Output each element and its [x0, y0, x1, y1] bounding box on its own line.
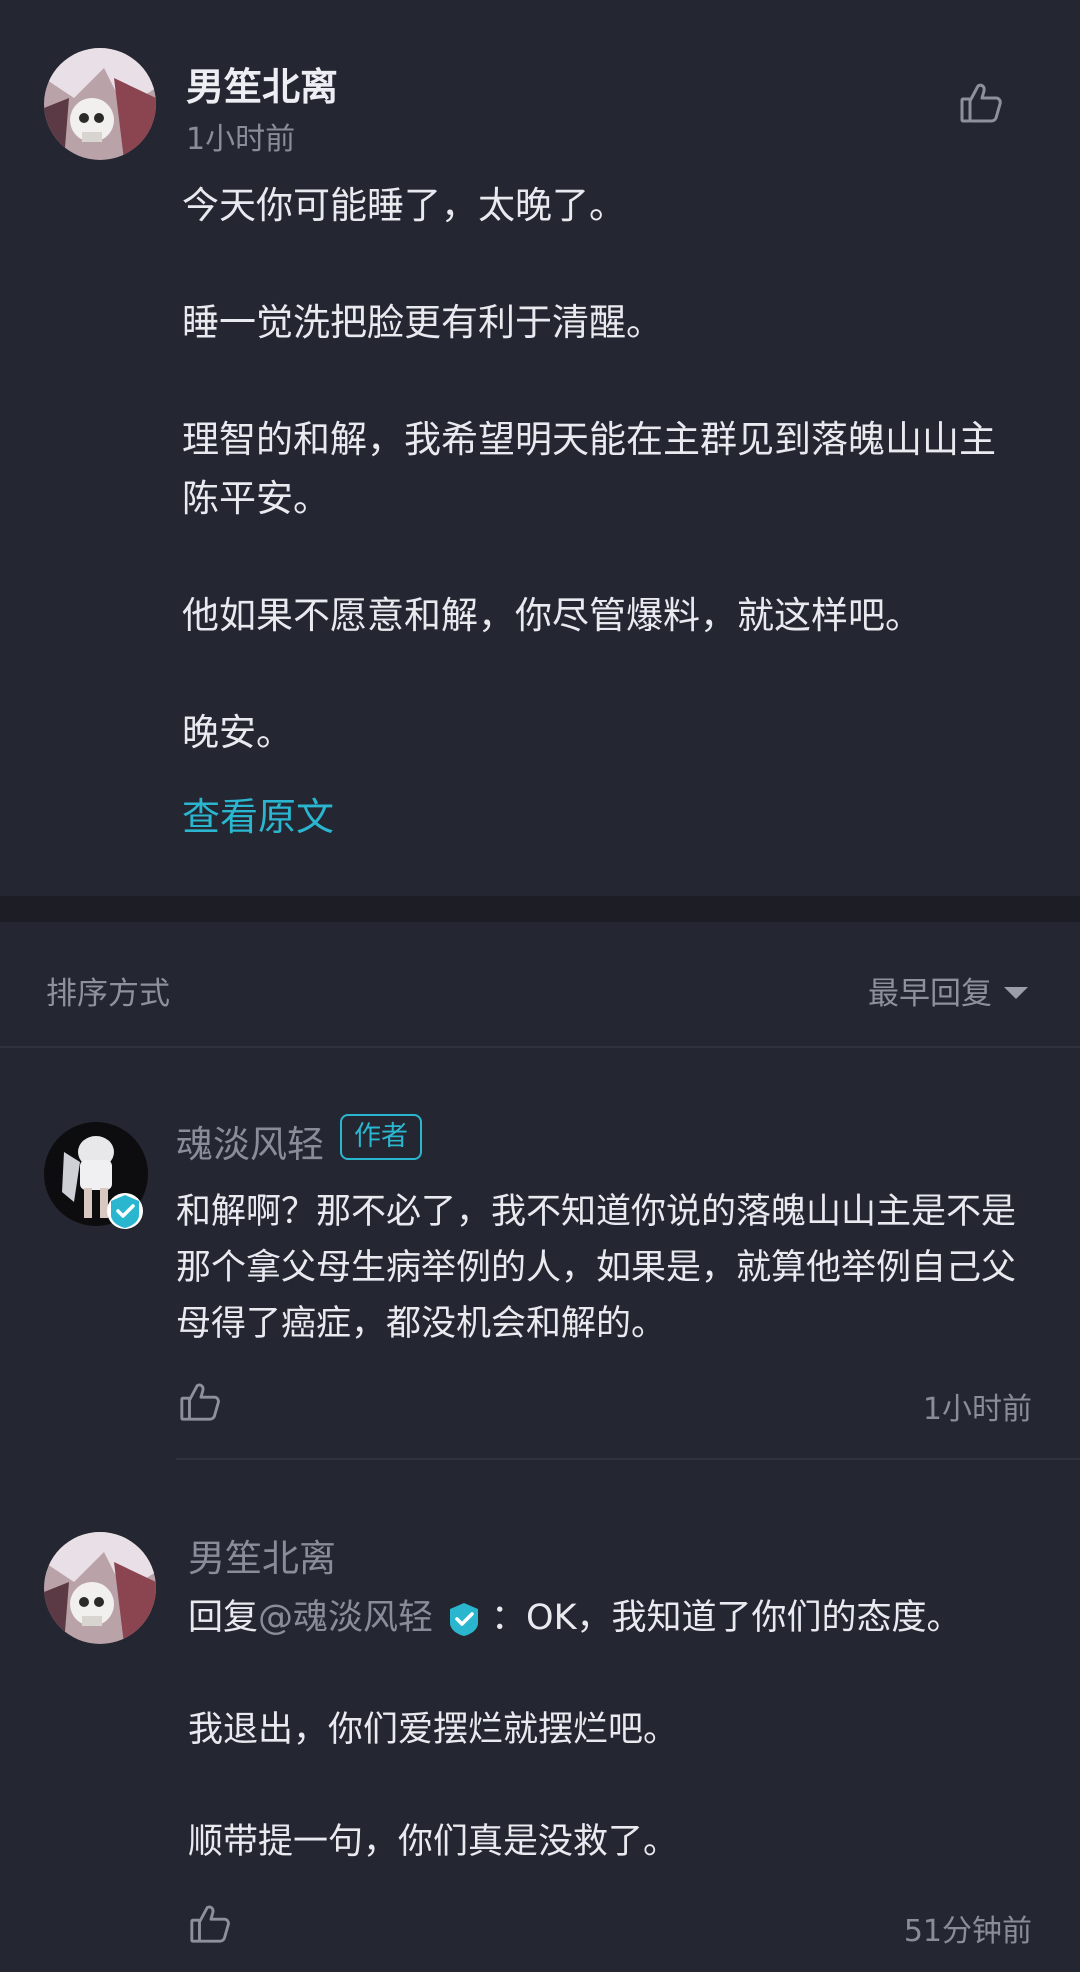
paragraph: 顺带提一句，你们真是没救了。: [188, 1822, 679, 1862]
sort-bar: 排序方式 最早回复: [0, 922, 1080, 1046]
section-divider: [0, 896, 1080, 922]
reply-text: ：OK，我知道了你们的态度。: [491, 1598, 962, 1638]
reply-line: 回复 @魂淡风轻 ：OK，我知道了你们的态度。: [188, 1590, 1038, 1646]
paragraph: 睡一觉洗把脸更有利于清醒。: [182, 301, 663, 344]
verified-badge-icon: [106, 1192, 144, 1230]
thumbs-up-icon[interactable]: [958, 80, 1004, 126]
divider: [0, 1046, 1080, 1048]
avatar[interactable]: [44, 48, 156, 160]
sort-value: 最早回复: [868, 976, 992, 1012]
verified-badge-icon: [445, 1599, 483, 1637]
divider: [176, 1458, 1080, 1460]
avatar[interactable]: [44, 1532, 156, 1644]
comment-body: 和解啊？那不必了，我不知道你说的落魄山山主是不是那个拿父母生病举例的人，如果是，…: [176, 1192, 1017, 1344]
author-name[interactable]: 男笙北离: [188, 1528, 336, 1582]
comment-detail-page: 男笙北离 1小时前 今天你可能睡了，太晚了。 睡一觉洗把脸更有利于清醒。 理智的…: [0, 0, 1080, 1972]
paragraph: 今天你可能睡了，太晚了。: [182, 184, 626, 227]
post-time: 1小时前: [186, 122, 296, 157]
reply-prefix: 回复: [188, 1598, 259, 1638]
thumbs-up-icon[interactable]: [188, 1902, 232, 1946]
paragraph: 我退出，你们爱摆烂就摆烂吧。: [188, 1710, 679, 1750]
sort-label: 排序方式: [46, 976, 170, 1012]
view-original-link[interactable]: 查看原文: [182, 786, 334, 841]
author-tag: 作者: [340, 1114, 422, 1160]
thumbs-up-icon[interactable]: [178, 1380, 222, 1424]
comment-time: 1小时前: [922, 1392, 1032, 1427]
comment-body: 回复 @魂淡风轻 ：OK，我知道了你们的态度。 我退出，你们爱摆烂就摆烂吧。 顺…: [188, 1590, 1038, 1926]
comment-body: 今天你可能睡了，太晚了。 睡一觉洗把脸更有利于清醒。 理智的和解，我希望明天能在…: [182, 176, 1032, 820]
comment-time: 51分钟前: [903, 1914, 1032, 1949]
reply-mention-link[interactable]: @魂淡风轻: [258, 1590, 433, 1646]
caret-down-icon: [1004, 986, 1028, 999]
paragraph: 理智的和解，我希望明天能在主群见到落魄山山主陈平安。: [182, 418, 996, 520]
sort-dropdown[interactable]: 最早回复: [868, 968, 1028, 1013]
author-name[interactable]: 魂淡风轻: [176, 1114, 324, 1168]
main-comment: 男笙北离 1小时前 今天你可能睡了，太晚了。 睡一觉洗把脸更有利于清醒。 理智的…: [0, 0, 1080, 896]
paragraph: 晚安。: [182, 711, 293, 754]
paragraph: 他如果不愿意和解，你尽管爆料，就这样吧。: [182, 594, 922, 637]
author-name[interactable]: 男笙北离: [186, 56, 338, 111]
